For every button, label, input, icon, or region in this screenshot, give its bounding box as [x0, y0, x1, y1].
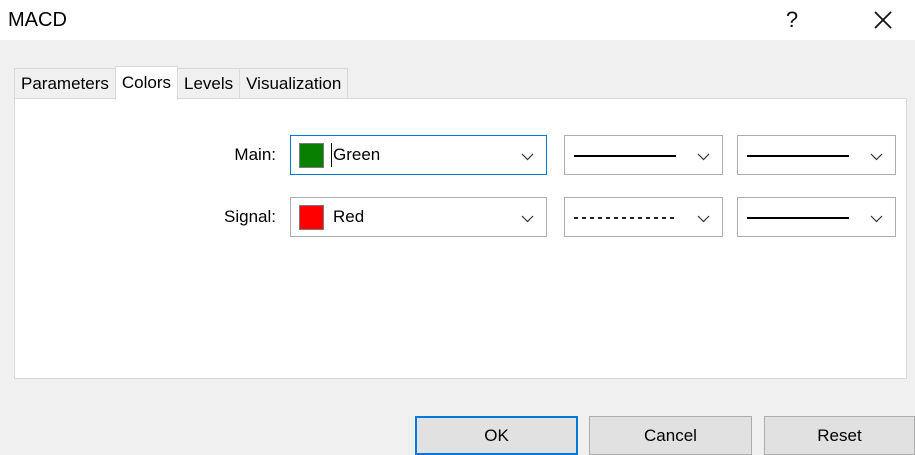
- signal-line-style-select[interactable]: [564, 197, 723, 237]
- chevron-down-icon: [521, 215, 534, 223]
- signal-line-width-select[interactable]: [737, 197, 896, 237]
- tab-visualization[interactable]: Visualization: [239, 68, 349, 99]
- signal-line-width-preview: [747, 217, 849, 219]
- signal-label: Signal:: [224, 207, 276, 226]
- reset-button[interactable]: Reset: [764, 416, 915, 455]
- tab-parameters[interactable]: Parameters: [14, 68, 116, 99]
- chevron-down-icon: [870, 153, 883, 161]
- colors-tab-panel: Main: Green Signal: Red: [14, 98, 907, 379]
- signal-color-name: Red: [333, 207, 365, 226]
- chevron-down-icon: [697, 215, 710, 223]
- tab-levels[interactable]: Levels: [177, 68, 241, 99]
- main-label: Main:: [234, 145, 276, 164]
- title-bar: MACD ?: [0, 0, 915, 40]
- chevron-down-icon: [697, 153, 710, 161]
- ok-button[interactable]: OK: [415, 416, 578, 455]
- tab-strip: Parameters Colors Levels Visualization: [14, 66, 349, 100]
- window-title: MACD: [8, 9, 67, 31]
- macd-dialog: MACD ? Parameters Colors Levels Visualiz…: [0, 0, 915, 455]
- main-line-width-select[interactable]: [737, 135, 896, 175]
- tab-colors[interactable]: Colors: [114, 66, 178, 100]
- signal-color-select[interactable]: Red: [290, 197, 547, 237]
- chevron-down-icon: [521, 153, 534, 161]
- chevron-down-icon: [870, 215, 883, 223]
- main-line-style-preview: [574, 155, 676, 157]
- main-color-row: Main: Green: [15, 135, 908, 175]
- main-line-width-preview: [747, 155, 849, 157]
- signal-color-swatch: [299, 205, 324, 230]
- main-line-style-select[interactable]: [564, 135, 723, 175]
- help-button[interactable]: ?: [772, 4, 812, 36]
- close-icon: [874, 11, 892, 29]
- signal-line-style-preview: [574, 217, 676, 219]
- main-color-name: Green: [330, 143, 381, 167]
- main-color-select[interactable]: Green: [290, 135, 547, 175]
- main-color-swatch: [299, 143, 324, 168]
- signal-color-row: Signal: Red: [15, 197, 908, 237]
- close-button[interactable]: [861, 4, 905, 36]
- cancel-button[interactable]: Cancel: [589, 416, 752, 455]
